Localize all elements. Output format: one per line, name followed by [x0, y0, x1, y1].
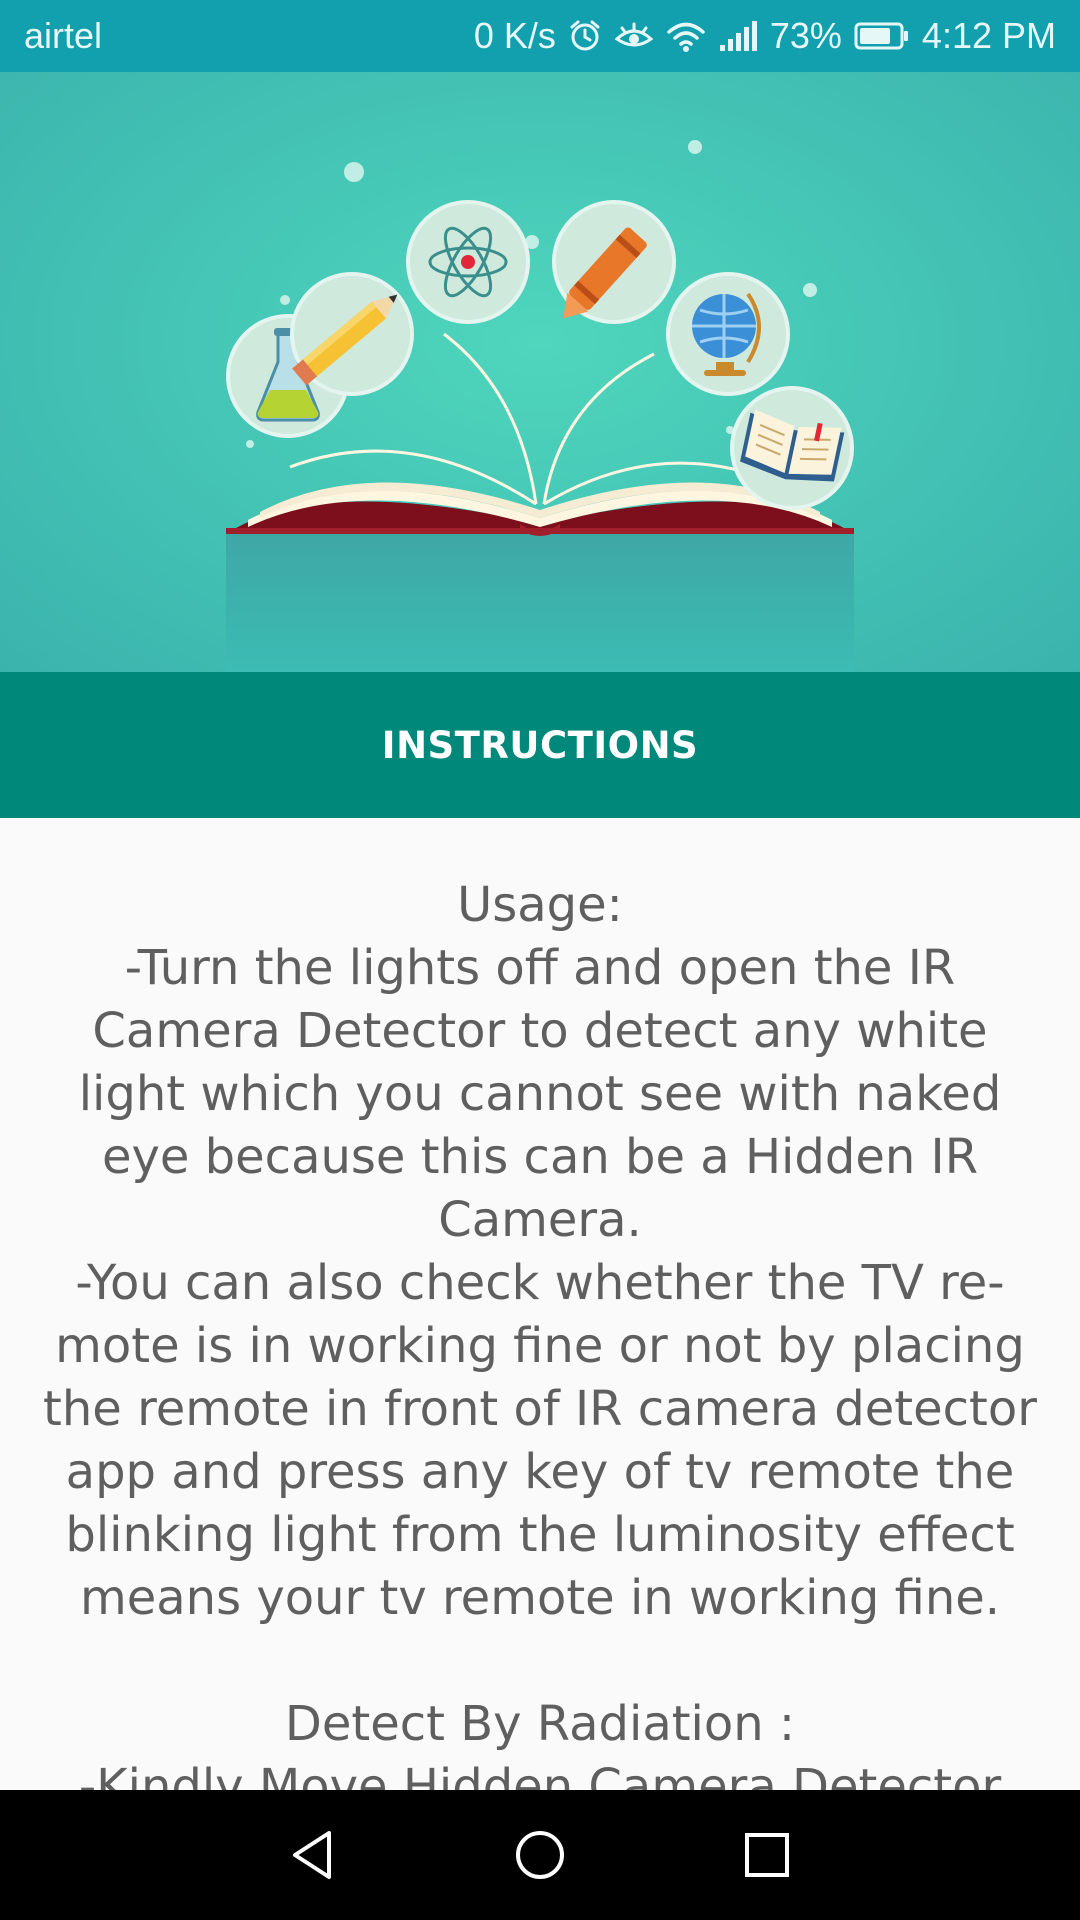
pencil-icon	[290, 272, 414, 396]
home-button[interactable]	[480, 1805, 600, 1905]
eye-comfort-icon	[614, 19, 654, 53]
battery-percent: 73%	[769, 15, 842, 56]
recents-button[interactable]	[707, 1805, 827, 1905]
network-speed: 0 K/s	[473, 15, 556, 56]
instructions-content[interactable]: Usage: -Turn the lights off and open the…	[0, 818, 1080, 1790]
signal-icon	[718, 19, 758, 53]
instructions-text: Usage: -Turn the lights off and open the…	[43, 877, 1037, 1790]
instructions-banner: INSTRUCTIONS	[0, 672, 1080, 818]
battery-icon	[854, 21, 910, 51]
globe-icon	[666, 272, 790, 396]
wifi-icon	[666, 19, 706, 53]
back-button[interactable]	[253, 1805, 373, 1905]
carrier-name: airtel	[24, 15, 103, 56]
back-icon	[293, 1831, 332, 1879]
book-icon	[730, 386, 854, 510]
atom-icon	[406, 200, 530, 324]
home-icon	[515, 1831, 564, 1879]
header-illustration	[0, 72, 1080, 672]
status-bar: airtel 0 K/s 73% 4:12 PM	[0, 0, 1080, 72]
instructions-title: INSTRUCTIONS	[381, 723, 699, 767]
alarm-icon	[568, 19, 602, 53]
crayon-icon	[552, 200, 676, 324]
status-indicators: 0 K/s 73% 4:12 PM	[474, 15, 1056, 57]
recents-icon	[744, 1833, 789, 1877]
navigation-bar	[0, 1790, 1080, 1920]
clock-time: 4:12 PM	[921, 15, 1056, 56]
